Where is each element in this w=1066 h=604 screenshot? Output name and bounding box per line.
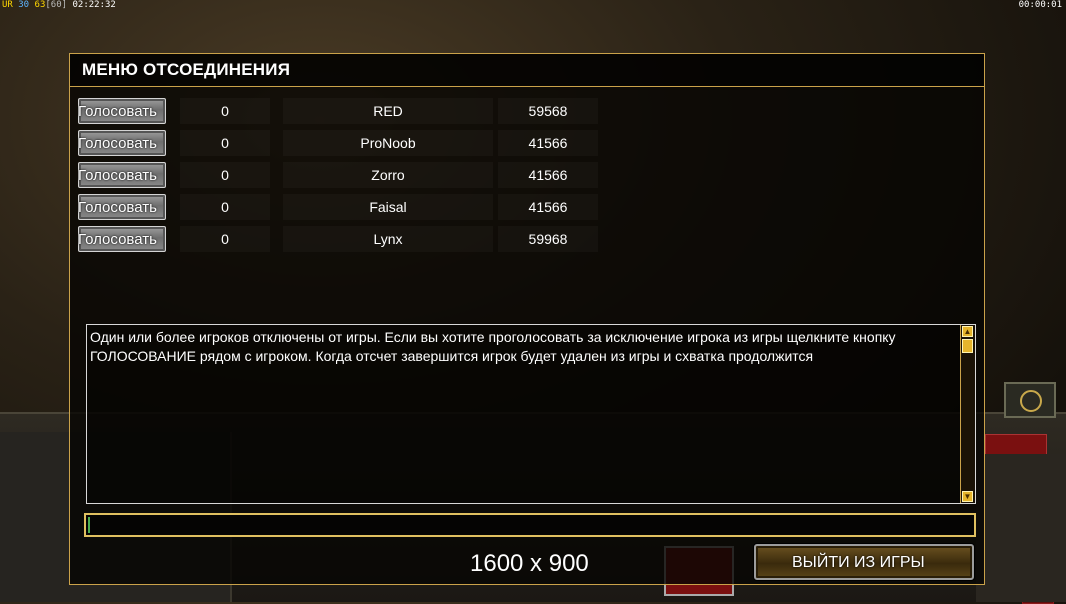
player-name: Zorro [283,162,493,188]
player-row: Голосовать 0 Lynx 59968 [78,226,598,252]
player-name: Lynx [283,226,493,252]
vote-button-label: Голосовать [78,103,157,120]
message-text: Один или более игроков отключены от игры… [90,329,896,364]
scroll-up-icon[interactable]: ▲ [962,326,973,337]
vote-count: 0 [180,226,270,252]
vote-button[interactable]: Голосовать [78,130,166,156]
player-timeout: 59968 [498,226,598,252]
vote-button-label: Голосовать [78,199,157,216]
player-row: Голосовать 0 RED 59568 [78,98,598,124]
vote-count: 0 [180,130,270,156]
vote-button-label: Голосовать [78,135,157,152]
vote-count: 0 [180,98,270,124]
player-name: ProNoob [283,130,493,156]
dialog-title: МЕНЮ ОТСОЕДИНЕНИЯ [82,60,291,79]
vote-count: 0 [180,162,270,188]
scroll-down-icon[interactable]: ▼ [962,491,973,502]
fps-overlay: UR 30 63[60] 02:22:32 [2,0,116,10]
player-row: Голосовать 0 Faisal 41566 [78,194,598,220]
fps-value-2: 63 [34,0,46,10]
text-caret [88,517,90,533]
vote-button[interactable]: Голосовать [78,194,166,220]
player-timeout: 41566 [498,130,598,156]
vote-button-label: Голосовать [78,231,157,248]
right-panel [976,454,1066,602]
resolution-label: 1600 x 900 [470,550,589,577]
vote-button[interactable]: Голосовать [78,98,166,124]
message-box: Один или более игроков отключены от игры… [86,324,976,504]
scroll-thumb[interactable] [962,339,973,353]
message-scrollbar[interactable]: ▲ ▼ [960,325,975,503]
quit-game-label: ВЫЙТИ ИЗ ИГРЫ [792,554,925,571]
chat-input[interactable] [84,513,976,537]
player-name: Faisal [283,194,493,220]
game-timer: 00:00:01 [1018,0,1062,10]
ur-label: UR [2,0,13,10]
vote-button[interactable]: Голосовать [78,162,166,188]
quit-game-button[interactable]: ВЫЙТИ ИЗ ИГРЫ [754,544,974,580]
dialog-header: МЕНЮ ОТСОЕДИНЕНИЯ [70,54,984,87]
vote-count: 0 [180,194,270,220]
vote-button[interactable]: Голосовать [78,226,166,252]
radar-icon [1004,382,1056,418]
player-timeout: 41566 [498,194,598,220]
player-row: Голосовать 0 Zorro 41566 [78,162,598,188]
player-name: RED [283,98,493,124]
disconnect-menu: МЕНЮ ОТСОЕДИНЕНИЯ Голосовать 0 RED 59568… [69,53,985,585]
game-clock: 02:22:32 [72,0,116,10]
player-row: Голосовать 0 ProNoob 41566 [78,130,598,156]
player-timeout: 59568 [498,98,598,124]
vote-button-label: Голосовать [78,167,157,184]
fps-value: 30 [18,0,30,10]
fps-limit: [60] [45,0,68,10]
player-timeout: 41566 [498,162,598,188]
